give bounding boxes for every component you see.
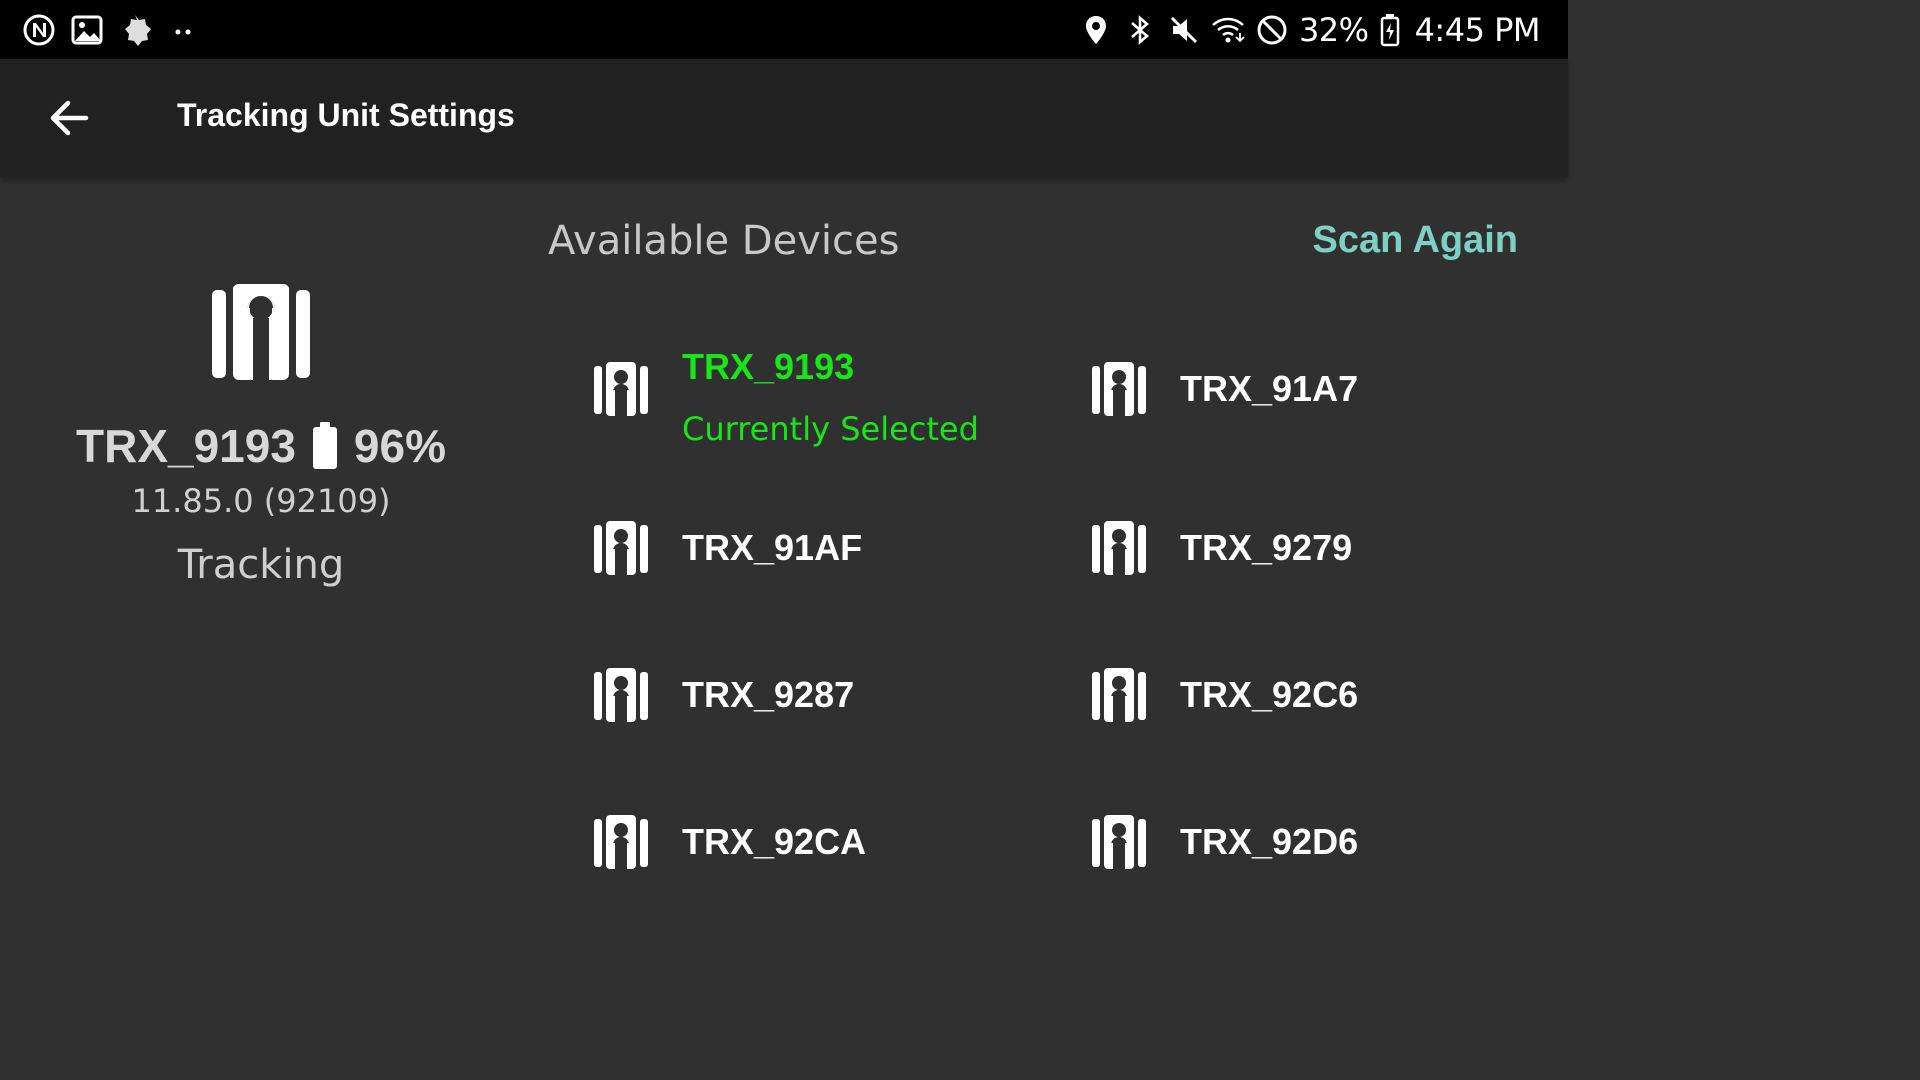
currently-selected-label: Currently Selected bbox=[682, 410, 979, 448]
more-dots-icon bbox=[166, 13, 200, 47]
device-item[interactable]: TRX_91A7 bbox=[1092, 338, 1552, 438]
tracking-status: Tracking bbox=[177, 542, 345, 588]
status-bar: 32% 4:45 PM bbox=[0, 0, 1568, 59]
device-name: TRX_92CA bbox=[682, 821, 867, 862]
device-item[interactable]: TRX_9287 bbox=[594, 644, 1054, 744]
bluetooth-icon bbox=[1123, 13, 1157, 47]
available-devices-title: Available Devices bbox=[548, 218, 900, 264]
current-device-name: TRX_9193 bbox=[76, 420, 296, 472]
battery-icon bbox=[1379, 13, 1401, 47]
device-name: TRX_9279 bbox=[1180, 527, 1353, 568]
app-bar: Tracking Unit Settings bbox=[0, 59, 1568, 177]
back-arrow-icon bbox=[50, 100, 89, 136]
device-item[interactable]: TRX_92D6 bbox=[1092, 791, 1552, 891]
tracker-icon bbox=[594, 362, 648, 416]
tracker-icon bbox=[212, 283, 310, 380]
device-item[interactable]: TRX_9193 Currently Selected bbox=[594, 338, 1054, 448]
do-not-disturb-icon bbox=[1255, 13, 1289, 47]
device-name: TRX_9193 bbox=[682, 346, 855, 387]
device-item[interactable]: TRX_9279 bbox=[1092, 497, 1552, 597]
device-name: TRX_91A7 bbox=[1180, 368, 1359, 409]
tracker-icon bbox=[1092, 668, 1146, 722]
n-notification-icon bbox=[22, 13, 56, 47]
current-device-panel: TRX_9193 96% 11.85.0 (92109) Tracking bbox=[0, 177, 522, 882]
firmware-version: 11.85.0 (92109) bbox=[131, 482, 391, 520]
battery-percent: 32% bbox=[1298, 11, 1369, 49]
tracker-icon bbox=[594, 815, 648, 869]
gallery-icon bbox=[70, 13, 104, 47]
device-item[interactable]: TRX_92C6 bbox=[1092, 644, 1552, 744]
page-title: Tracking Unit Settings bbox=[177, 97, 515, 133]
tracker-icon bbox=[1092, 815, 1146, 869]
device-name: TRX_9287 bbox=[682, 674, 855, 715]
wifi-icon bbox=[1211, 13, 1245, 47]
location-icon bbox=[1079, 13, 1113, 47]
back-button[interactable] bbox=[34, 83, 104, 153]
current-device-battery: 96% bbox=[353, 420, 446, 472]
mute-icon bbox=[1167, 13, 1201, 47]
scan-again-button[interactable]: Scan Again bbox=[1312, 219, 1518, 262]
tracker-icon bbox=[594, 521, 648, 575]
status-bar-left bbox=[22, 12, 200, 48]
battery-full-icon bbox=[312, 422, 338, 470]
device-name: TRX_92D6 bbox=[1180, 821, 1359, 862]
clock: 4:45 PM bbox=[1414, 11, 1541, 49]
tracker-icon bbox=[1092, 362, 1146, 416]
settings-badge-icon bbox=[118, 13, 152, 47]
status-bar-right: 32% 4:45 PM bbox=[1079, 10, 1541, 50]
device-name: TRX_91AF bbox=[682, 527, 863, 568]
current-device-row: TRX_9193 96% bbox=[0, 419, 522, 473]
tracker-icon bbox=[1092, 521, 1146, 575]
tracker-icon bbox=[594, 668, 648, 722]
device-item[interactable]: TRX_92CA bbox=[594, 791, 1054, 891]
device-item[interactable]: TRX_91AF bbox=[594, 497, 1054, 597]
device-name: TRX_92C6 bbox=[1180, 674, 1359, 715]
